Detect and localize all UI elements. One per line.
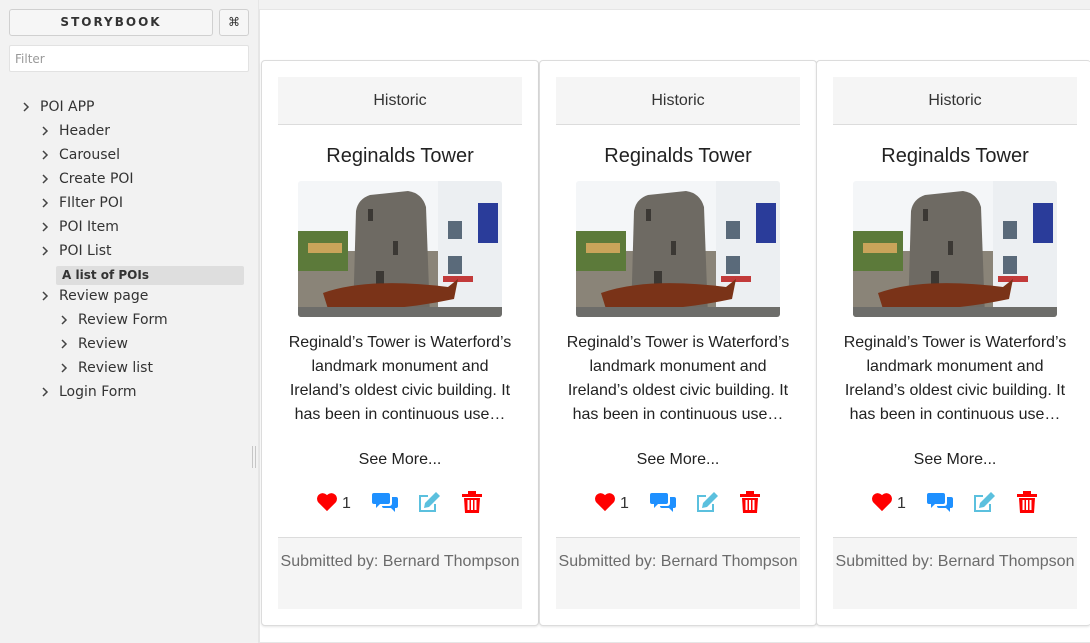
trash-icon <box>1017 491 1037 517</box>
submitted-by: Submitted by: Bernard Thompson <box>833 537 1077 609</box>
like-count: 1 <box>342 495 351 512</box>
chevron-right-icon <box>40 168 59 190</box>
poi-image <box>576 181 780 317</box>
edit-icon <box>416 491 442 517</box>
heart-icon <box>594 492 616 516</box>
tree-item-label: POI List <box>59 243 112 259</box>
edit-icon <box>971 491 997 517</box>
poi-image <box>298 181 502 317</box>
tree-item-poi-app[interactable]: POI APP <box>21 96 95 118</box>
tree-item-review-page[interactable]: Review page <box>40 285 148 307</box>
tree-item-label: Header <box>59 123 110 139</box>
comments-icon <box>927 491 953 517</box>
tree-item-review-list[interactable]: Review list <box>59 357 153 379</box>
edit-button[interactable] <box>694 489 720 519</box>
preview-frame: Historic Reginalds Tower Reginald’s Towe… <box>259 9 1090 643</box>
tree-item-label: Review Form <box>78 312 168 328</box>
tree-item-label: Login Form <box>59 384 137 400</box>
chevron-right-icon <box>40 285 59 307</box>
tree-item-label: Review <box>78 336 128 352</box>
tree-item-label: POI Item <box>59 219 119 235</box>
edit-icon <box>694 491 720 517</box>
delete-button[interactable] <box>462 489 482 519</box>
trash-icon <box>462 491 482 517</box>
card-actions: 1 <box>278 489 522 519</box>
tree-item-label: Create POI <box>59 171 134 187</box>
tree-item-label: POI APP <box>40 99 95 115</box>
tree-item-label: Review list <box>78 360 153 376</box>
chevron-right-icon <box>59 309 78 331</box>
trash-icon <box>740 491 760 517</box>
poi-title: Reginalds Tower <box>604 145 752 167</box>
heart-icon <box>316 492 338 516</box>
tree-item-label: FIlter POI <box>59 195 123 211</box>
poi-category: Historic <box>278 77 522 125</box>
comments-button[interactable] <box>650 489 676 519</box>
tree-item-review[interactable]: Review <box>59 333 128 355</box>
see-more-link[interactable]: See More... <box>833 451 1077 469</box>
chevron-right-icon <box>21 96 40 118</box>
filter-input[interactable] <box>9 45 249 72</box>
like-button[interactable]: 1 <box>594 489 629 519</box>
chevron-right-icon <box>40 381 59 403</box>
poi-card: Historic Reginalds Tower Reginald’s Towe… <box>261 60 539 626</box>
tree-item-poi-list[interactable]: POI List <box>40 240 112 262</box>
chevron-right-icon <box>59 333 78 355</box>
shortcuts-button[interactable]: ⌘ <box>219 9 249 36</box>
tree-item-header[interactable]: Header <box>40 120 110 142</box>
comments-icon <box>650 491 676 517</box>
submitted-by: Submitted by: Bernard Thompson <box>556 537 800 609</box>
like-button[interactable]: 1 <box>316 489 351 519</box>
tree-item-label: Review page <box>59 288 149 304</box>
poi-image <box>853 181 1057 317</box>
chevron-right-icon <box>40 120 59 142</box>
like-count: 1 <box>897 495 906 512</box>
comments-button[interactable] <box>372 489 398 519</box>
poi-category: Historic <box>556 77 800 125</box>
delete-button[interactable] <box>1017 489 1037 519</box>
comments-button[interactable] <box>927 489 953 519</box>
poi-title: Reginalds Tower <box>881 145 1029 167</box>
edit-button[interactable] <box>971 489 997 519</box>
see-more-link[interactable]: See More... <box>556 451 800 469</box>
like-button[interactable]: 1 <box>871 489 906 519</box>
tree-item-create-poi[interactable]: Create POI <box>40 168 134 190</box>
poi-title: Reginalds Tower <box>326 145 474 167</box>
tree-item-review-form[interactable]: Review Form <box>59 309 168 331</box>
panel-resize-handle[interactable] <box>252 446 256 468</box>
chevron-right-icon <box>40 240 59 262</box>
tree-item-label: Carousel <box>59 147 121 163</box>
storybook-brand[interactable]: STORYBOOK <box>9 9 213 36</box>
comments-icon <box>372 491 398 517</box>
heart-icon <box>871 492 893 516</box>
tree-item-filter-poi[interactable]: FIlter POI <box>40 192 123 214</box>
submitted-by: Submitted by: Bernard Thompson <box>278 537 522 609</box>
poi-description: Reginald’s Tower is Waterford’s landmark… <box>566 334 790 423</box>
edit-button[interactable] <box>416 489 442 519</box>
poi-card: Historic Reginalds Tower Reginald’s Towe… <box>816 60 1090 626</box>
poi-description: Reginald’s Tower is Waterford’s landmark… <box>288 334 512 423</box>
see-more-link[interactable]: See More... <box>278 451 522 469</box>
like-count: 1 <box>620 495 629 512</box>
tree-item-poi-item[interactable]: POI Item <box>40 216 119 238</box>
poi-card: Historic Reginalds Tower Reginald’s Towe… <box>539 60 817 626</box>
card-actions: 1 <box>556 489 800 519</box>
chevron-right-icon <box>40 216 59 238</box>
card-actions: 1 <box>833 489 1077 519</box>
tree-item-login-form[interactable]: Login Form <box>40 381 137 403</box>
chevron-right-icon <box>40 144 59 166</box>
delete-button[interactable] <box>740 489 760 519</box>
story-a-list-of-pois[interactable]: A list of POIs <box>56 266 244 285</box>
sidebar: STORYBOOK ⌘ POI APP Header Carousel Crea… <box>0 0 259 643</box>
chevron-right-icon <box>40 192 59 214</box>
poi-description: Reginald’s Tower is Waterford’s landmark… <box>843 334 1067 423</box>
poi-category: Historic <box>833 77 1077 125</box>
tree-item-carousel[interactable]: Carousel <box>40 144 120 166</box>
chevron-right-icon <box>59 357 78 379</box>
